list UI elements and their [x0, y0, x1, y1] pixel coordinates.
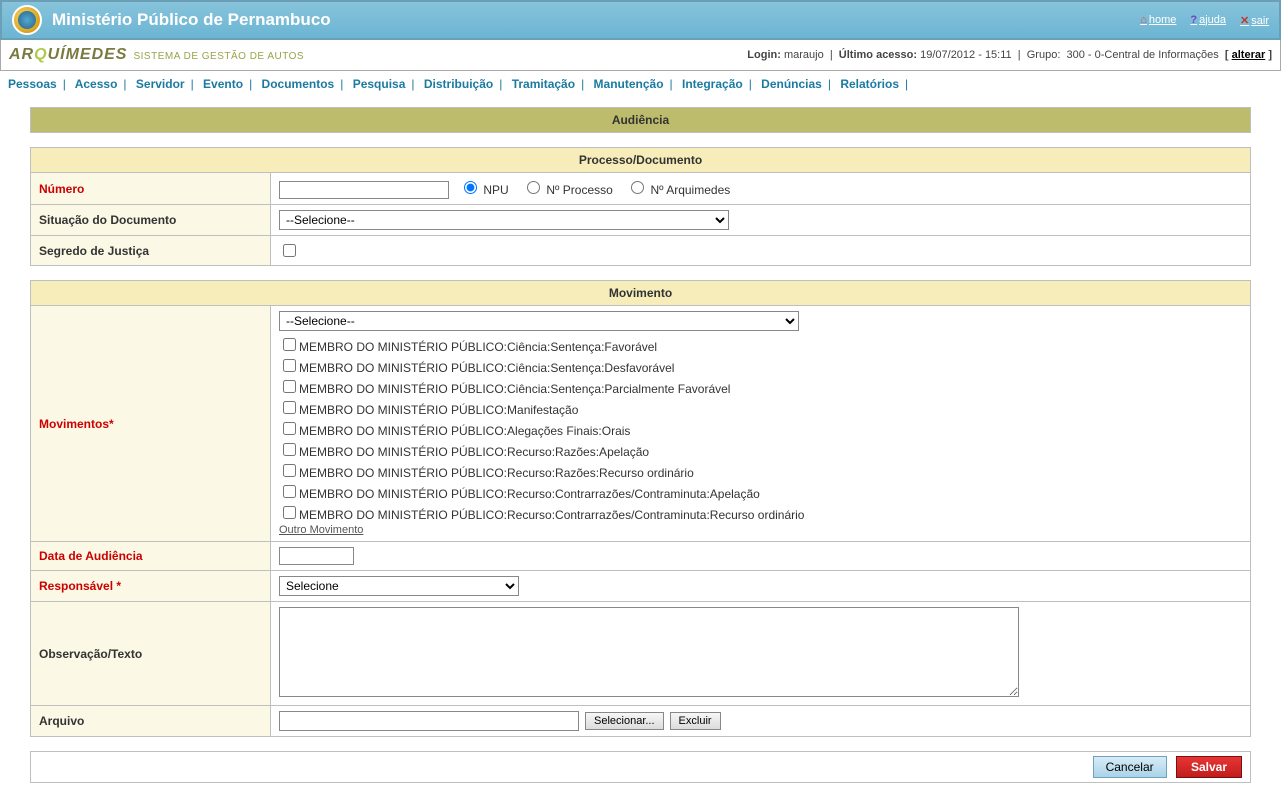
mov-item: MEMBRO DO MINISTÉRIO PÚBLICO:Ciência:Sen… [279, 377, 1242, 396]
mov-check-8[interactable] [283, 506, 296, 519]
login-info: Login: maraujo | Último acesso: 19/07/20… [747, 49, 1272, 61]
link-home[interactable]: ⌂home [1140, 14, 1176, 27]
label-movimentos: Movimentos* [31, 306, 271, 542]
menu-acesso[interactable]: Acesso [75, 77, 118, 91]
menu-distribuicao[interactable]: Distribuição [424, 77, 493, 91]
menu-relatorios[interactable]: Relatórios [840, 77, 899, 91]
menu-pessoas[interactable]: Pessoas [8, 77, 57, 91]
mov-check-2[interactable] [283, 380, 296, 393]
radio-processo[interactable] [527, 181, 540, 194]
page-title: Audiência [31, 108, 1251, 133]
check-segredo[interactable] [283, 244, 296, 257]
mov-check-1[interactable] [283, 359, 296, 372]
help-icon: ? [1190, 14, 1197, 26]
input-data-audiencia[interactable] [279, 547, 354, 565]
menu-manutencao[interactable]: Manutenção [594, 77, 664, 91]
mov-check-3[interactable] [283, 401, 296, 414]
link-outro-movimento[interactable]: Outro Movimento [279, 524, 363, 536]
main-menu: Pessoas| Acesso| Servidor| Evento| Docum… [0, 71, 1281, 97]
brand: ARQUÍMEDES SISTEMA DE GESTÃO DE AUTOS [9, 46, 304, 64]
radio-arquimedes[interactable] [631, 181, 644, 194]
mov-check-0[interactable] [283, 338, 296, 351]
mov-item: MEMBRO DO MINISTÉRIO PÚBLICO:Recurso:Raz… [279, 461, 1242, 480]
label-observacao: Observação/Texto [31, 602, 271, 706]
mov-check-4[interactable] [283, 422, 296, 435]
mov-item: MEMBRO DO MINISTÉRIO PÚBLICO:Alegações F… [279, 419, 1242, 438]
numero-radio-group: NPU Nº Processo Nº Arquimedes [459, 183, 740, 197]
movimentos-list: MEMBRO DO MINISTÉRIO PÚBLICO:Ciência:Sen… [279, 335, 1242, 522]
mov-check-6[interactable] [283, 464, 296, 477]
menu-pesquisa[interactable]: Pesquisa [353, 77, 406, 91]
brand-subtitle: SISTEMA DE GESTÃO DE AUTOS [133, 51, 304, 62]
label-responsavel: Responsável * [31, 571, 271, 602]
mov-item: MEMBRO DO MINISTÉRIO PÚBLICO:Recurso:Con… [279, 482, 1242, 501]
mov-item: MEMBRO DO MINISTÉRIO PÚBLICO:Manifestaçã… [279, 398, 1242, 417]
mov-item: MEMBRO DO MINISTÉRIO PÚBLICO:Recurso:Con… [279, 503, 1242, 522]
subheader: ARQUÍMEDES SISTEMA DE GESTÃO DE AUTOS Lo… [0, 40, 1281, 71]
input-numero[interactable] [279, 181, 449, 199]
menu-evento[interactable]: Evento [203, 77, 243, 91]
mov-item: MEMBRO DO MINISTÉRIO PÚBLICO:Recurso:Raz… [279, 440, 1242, 459]
file-display [279, 711, 579, 731]
select-responsavel[interactable]: Selecione [279, 576, 519, 596]
link-ajuda[interactable]: ?ajuda [1190, 14, 1226, 27]
header-bar: Ministério Público de Pernambuco ⌂home ?… [0, 0, 1281, 40]
menu-servidor[interactable]: Servidor [136, 77, 185, 91]
exit-icon: ✕ [1240, 15, 1249, 27]
home-icon: ⌂ [1140, 14, 1147, 26]
menu-denuncias[interactable]: Denúncias [761, 77, 822, 91]
select-situacao[interactable]: --Selecione-- [279, 210, 729, 230]
header-links: ⌂home ?ajuda ✕sair [1140, 14, 1269, 27]
menu-tramitacao[interactable]: Tramitação [512, 77, 575, 91]
link-alterar[interactable]: alterar [1232, 49, 1266, 61]
mov-item: MEMBRO DO MINISTÉRIO PÚBLICO:Ciência:Sen… [279, 335, 1242, 354]
section-movimento: Movimento [31, 281, 1251, 306]
btn-cancelar[interactable]: Cancelar [1093, 756, 1167, 778]
label-situacao: Situação do Documento [31, 205, 271, 236]
link-sair[interactable]: ✕sair [1240, 14, 1269, 27]
section-processo: Processo/Documento [31, 148, 1251, 173]
processo-table: Processo/Documento Número NPU Nº Process… [30, 147, 1251, 266]
action-bar: Cancelar Salvar [30, 751, 1251, 783]
label-arquivo: Arquivo [31, 706, 271, 737]
btn-excluir[interactable]: Excluir [670, 712, 721, 730]
radio-npu[interactable] [464, 181, 477, 194]
menu-documentos[interactable]: Documentos [262, 77, 335, 91]
label-data-audiencia: Data de Audiência [31, 542, 271, 571]
label-segredo: Segredo de Justiça [31, 236, 271, 266]
menu-integracao[interactable]: Integração [682, 77, 743, 91]
select-movimento[interactable]: --Selecione-- [279, 311, 799, 331]
textarea-observacao[interactable] [279, 607, 1019, 697]
app-logo [12, 5, 42, 35]
mov-item: MEMBRO DO MINISTÉRIO PÚBLICO:Ciência:Sen… [279, 356, 1242, 375]
mov-check-7[interactable] [283, 485, 296, 498]
btn-salvar[interactable]: Salvar [1176, 756, 1242, 778]
title-table: Audiência [30, 107, 1251, 133]
app-title: Ministério Público de Pernambuco [52, 10, 331, 30]
mov-check-5[interactable] [283, 443, 296, 456]
btn-selecionar[interactable]: Selecionar... [585, 712, 664, 730]
label-numero: Número [31, 173, 271, 205]
movimento-table: Movimento Movimentos* --Selecione-- MEMB… [30, 280, 1251, 737]
